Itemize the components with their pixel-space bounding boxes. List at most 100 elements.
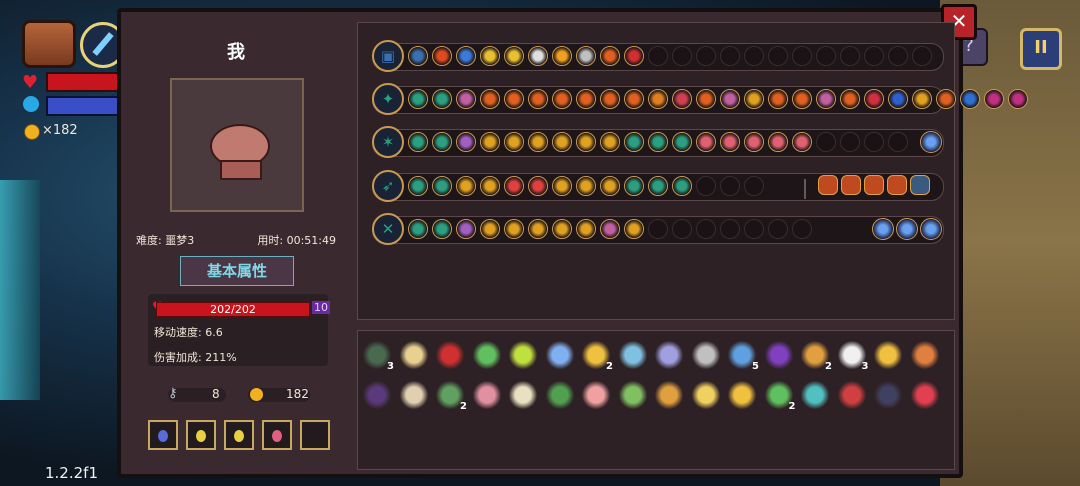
- rune-slot[interactable]: [600, 46, 620, 66]
- base-attributes-tab[interactable]: 基本属性: [180, 256, 294, 286]
- gauntlet-item[interactable]: [655, 381, 683, 409]
- rune-item[interactable]: [837, 381, 866, 409]
- rune-slot[interactable]: [744, 89, 764, 109]
- weapon-icon[interactable]: ✶: [372, 126, 404, 158]
- rune-slot[interactable]: [432, 89, 452, 109]
- rune-slot[interactable]: [672, 176, 692, 196]
- pig-item[interactable]: [582, 381, 610, 409]
- rune-slot[interactable]: [696, 89, 716, 109]
- flower-item[interactable]: [910, 381, 939, 409]
- rune-slot[interactable]: [624, 176, 644, 196]
- bone-item[interactable]: [509, 381, 537, 409]
- rune-slot[interactable]: [960, 89, 980, 109]
- rune-slot[interactable]: [744, 132, 764, 152]
- rune-slot[interactable]: [408, 46, 428, 66]
- rune-slot[interactable]: [432, 46, 452, 66]
- rune-slot[interactable]: [624, 132, 644, 152]
- rune-slot[interactable]: [888, 89, 908, 109]
- mirror-item[interactable]: [545, 341, 574, 369]
- rune-slot[interactable]: [432, 132, 452, 152]
- empty-rune-slot[interactable]: [864, 46, 884, 66]
- rune-slot[interactable]: [408, 176, 428, 196]
- empty-rune-slot[interactable]: [912, 46, 932, 66]
- rune-slot[interactable]: [528, 176, 548, 196]
- orb-slot[interactable]: [920, 218, 942, 240]
- rune-slot[interactable]: [672, 89, 692, 109]
- weapon-icon[interactable]: ➶: [372, 170, 404, 202]
- empty-rune-slot[interactable]: [696, 219, 716, 239]
- empty-rune-slot[interactable]: [840, 46, 860, 66]
- bell-item[interactable]: [728, 381, 756, 409]
- rune-slot[interactable]: [432, 176, 452, 196]
- rune-slot[interactable]: [672, 132, 692, 152]
- rune-slot[interactable]: [624, 89, 644, 109]
- orb-slot[interactable]: [896, 218, 918, 240]
- skill-slot[interactable]: [910, 175, 930, 195]
- rune-slot[interactable]: [552, 176, 572, 196]
- rune-slot[interactable]: [480, 219, 500, 239]
- devil-mask-item[interactable]: [436, 341, 464, 369]
- empty-rune-slot[interactable]: [744, 176, 764, 196]
- rune-slot[interactable]: [912, 89, 932, 109]
- rod-item[interactable]: [691, 341, 720, 369]
- rune-slot[interactable]: [816, 89, 836, 109]
- rune-slot[interactable]: [936, 89, 956, 109]
- skill-slot[interactable]: [864, 175, 884, 195]
- dark-cloak-item[interactable]: [363, 381, 391, 409]
- rune-slot[interactable]: [504, 89, 524, 109]
- rune-slot[interactable]: [648, 176, 668, 196]
- rune-slot[interactable]: [528, 219, 548, 239]
- rune-slot[interactable]: [576, 176, 596, 196]
- empty-rune-slot[interactable]: [648, 46, 668, 66]
- empty-rune-slot[interactable]: [864, 132, 884, 152]
- empty-rune-slot[interactable]: [720, 219, 740, 239]
- rune-slot[interactable]: [624, 46, 644, 66]
- empty-rune-slot[interactable]: [816, 46, 836, 66]
- rune-slot[interactable]: [408, 219, 428, 239]
- rune-slot[interactable]: [528, 46, 548, 66]
- cheese-item[interactable]: [691, 381, 720, 409]
- weapon-icon[interactable]: ▣: [372, 40, 404, 72]
- rune-slot[interactable]: [456, 89, 476, 109]
- rune-slot[interactable]: [552, 132, 572, 152]
- rune-slot[interactable]: [768, 89, 788, 109]
- empty-rune-slot[interactable]: [792, 219, 812, 239]
- empty-slot[interactable]: [300, 420, 330, 450]
- rune-slot[interactable]: [504, 176, 524, 196]
- rune-slot[interactable]: [648, 132, 668, 152]
- empty-rune-slot[interactable]: [648, 219, 668, 239]
- rune-slot[interactable]: [456, 132, 476, 152]
- arrow-item[interactable]: [910, 341, 939, 369]
- rune-slot[interactable]: [456, 46, 476, 66]
- leaf-item[interactable]: [472, 341, 501, 369]
- blue-potion[interactable]: [148, 420, 178, 450]
- empty-rune-slot[interactable]: [888, 132, 908, 152]
- empty-rune-slot[interactable]: [672, 219, 692, 239]
- rune-slot[interactable]: [432, 219, 452, 239]
- skill-slot[interactable]: [818, 175, 838, 195]
- rune-slot[interactable]: [720, 89, 740, 109]
- empty-rune-slot[interactable]: [744, 219, 764, 239]
- rune-slot[interactable]: [984, 89, 1004, 109]
- empty-rune-slot[interactable]: [816, 132, 836, 152]
- rune-slot[interactable]: [480, 132, 500, 152]
- rune-slot[interactable]: [864, 89, 884, 109]
- syringe-item[interactable]: [801, 381, 829, 409]
- rune-slot[interactable]: [456, 176, 476, 196]
- rune-slot[interactable]: [1008, 89, 1028, 109]
- skull-item[interactable]: [399, 381, 428, 409]
- sprout-item[interactable]: [618, 381, 647, 409]
- empty-rune-slot[interactable]: [720, 46, 740, 66]
- bread-item[interactable]: [399, 341, 428, 369]
- brain-item[interactable]: [472, 381, 501, 409]
- skill-slot[interactable]: [887, 175, 907, 195]
- wizard-hat-item[interactable]: [764, 341, 793, 369]
- rune-slot[interactable]: [456, 219, 476, 239]
- hand-item[interactable]: [655, 341, 683, 369]
- rune-slot[interactable]: [600, 89, 620, 109]
- rune-slot[interactable]: [528, 132, 548, 152]
- empty-rune-slot[interactable]: [768, 219, 788, 239]
- skill-slot[interactable]: [841, 175, 861, 195]
- rune-slot[interactable]: [600, 132, 620, 152]
- rune-slot[interactable]: [576, 46, 596, 66]
